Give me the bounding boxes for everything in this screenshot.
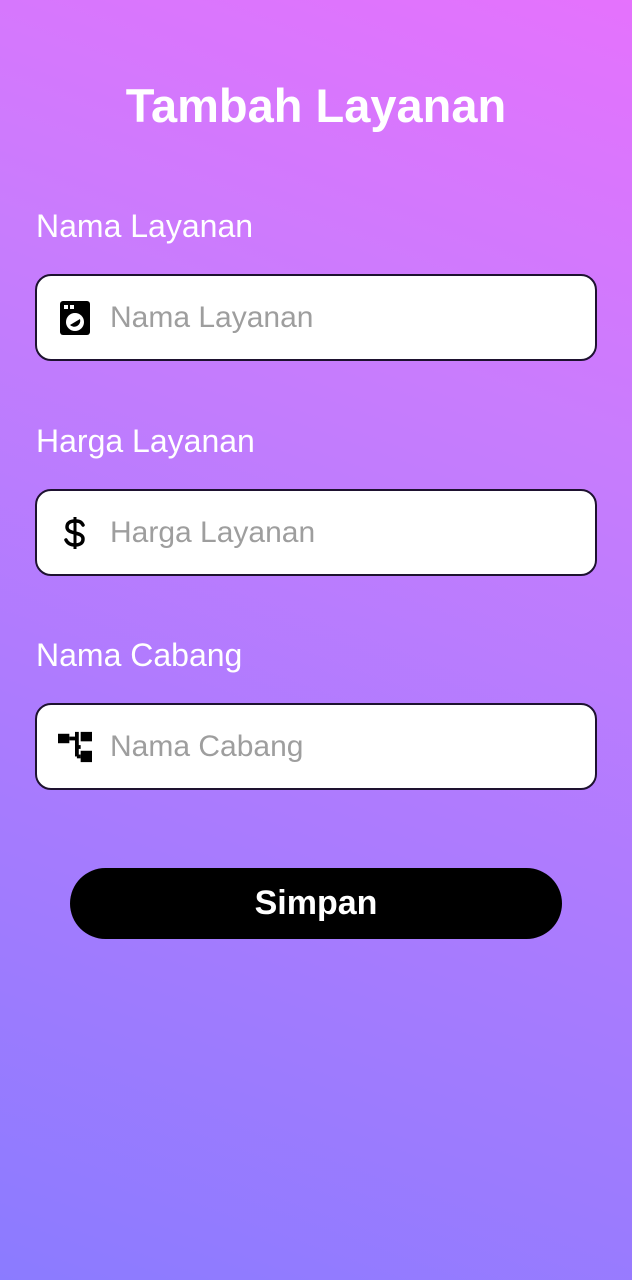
page-title: Tambah Layanan: [125, 79, 507, 132]
branch-name-label: Nama Cabang: [36, 637, 243, 673]
save-button[interactable]: Simpan: [70, 868, 562, 939]
service-name-input[interactable]: [110, 297, 595, 338]
service-price-input[interactable]: [110, 512, 595, 553]
washing-machine-icon: [58, 300, 92, 335]
service-name-label: Nama Layanan: [36, 208, 254, 244]
dollar-icon: [58, 516, 92, 550]
service-price-label: Harga Layanan: [36, 423, 255, 459]
service-price-field[interactable]: [35, 489, 597, 576]
branch-tree-icon: [58, 730, 92, 764]
branch-name-field[interactable]: [35, 703, 597, 790]
service-name-field[interactable]: [35, 274, 597, 361]
branch-name-input[interactable]: [110, 726, 595, 767]
